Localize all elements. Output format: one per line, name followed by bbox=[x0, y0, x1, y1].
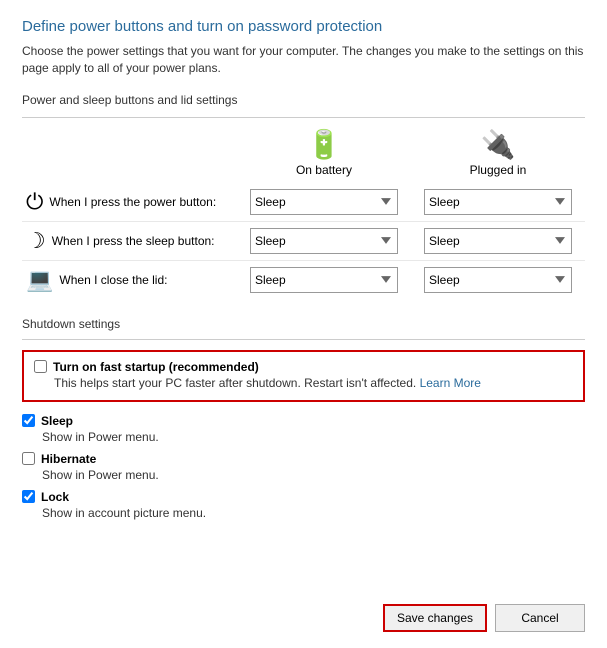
battery-dropdown-0[interactable]: Do nothingSleepHibernateShut down bbox=[250, 189, 398, 215]
battery-icon: 🔋 bbox=[307, 128, 342, 161]
row-text-1: When I press the sleep button: bbox=[52, 234, 215, 248]
row-text-2: When I close the lid: bbox=[59, 273, 167, 287]
plugged-select-cell-1: Do nothingSleepHibernateShut down bbox=[411, 221, 585, 260]
row-label-0: ⏻ When I press the power button: bbox=[22, 183, 237, 222]
hibernate-checkbox[interactable] bbox=[22, 452, 35, 465]
section-divider-1 bbox=[22, 117, 585, 118]
lock-sub: Show in account picture menu. bbox=[42, 506, 585, 520]
col-label-header bbox=[22, 128, 237, 183]
table-row: ☽ When I press the sleep button: Do nothin… bbox=[22, 221, 585, 260]
row-label-2: 💻 When I close the lid: bbox=[22, 260, 237, 299]
lock-checkbox[interactable] bbox=[22, 490, 35, 503]
section-divider-2 bbox=[22, 339, 585, 340]
battery-dropdown-2[interactable]: Do nothingSleepHibernateShut down bbox=[250, 267, 398, 293]
lid-icon: 💻 bbox=[26, 267, 53, 293]
sleep-icon: ☽ bbox=[26, 228, 46, 254]
col-plugged-header: 🔌 Plugged in bbox=[411, 128, 585, 183]
save-button[interactable]: Save changes bbox=[383, 604, 487, 632]
lock-row: Lock bbox=[22, 490, 585, 504]
col-battery-header: 🔋 On battery bbox=[237, 128, 411, 183]
fast-startup-label[interactable]: Turn on fast startup (recommended) bbox=[53, 360, 259, 374]
battery-select-cell-2: Do nothingSleepHibernateShut down bbox=[237, 260, 411, 299]
page-title: Define power buttons and turn on passwor… bbox=[22, 18, 585, 35]
plugged-dropdown-1[interactable]: Do nothingSleepHibernateShut down bbox=[424, 228, 572, 254]
plugged-dropdown-2[interactable]: Do nothingSleepHibernateShut down bbox=[424, 267, 572, 293]
lock-option-group: Lock Show in account picture menu. bbox=[22, 490, 585, 520]
row-text-0: When I press the power button: bbox=[49, 195, 216, 209]
sleep-sub: Show in Power menu. bbox=[42, 430, 585, 444]
sleep-label[interactable]: Sleep bbox=[41, 414, 73, 428]
lock-label[interactable]: Lock bbox=[41, 490, 69, 504]
plugged-header-group: 🔌 Plugged in bbox=[411, 128, 585, 177]
plugged-icon: 🔌 bbox=[481, 128, 516, 161]
fast-startup-box: Turn on fast startup (recommended) This … bbox=[22, 350, 585, 402]
fast-startup-desc: This helps start your PC faster after sh… bbox=[54, 376, 573, 390]
learn-more-link[interactable]: Learn More bbox=[420, 376, 481, 390]
bottom-bar: Save changes Cancel bbox=[383, 604, 585, 632]
plugged-dropdown-0[interactable]: Do nothingSleepHibernateShut down bbox=[424, 189, 572, 215]
shutdown-section-label: Shutdown settings bbox=[22, 317, 585, 331]
cancel-button[interactable]: Cancel bbox=[495, 604, 585, 632]
plugged-select-cell-0: Do nothingSleepHibernateShut down bbox=[411, 183, 585, 222]
hibernate-row: Hibernate bbox=[22, 452, 585, 466]
battery-dropdown-1[interactable]: Do nothingSleepHibernateShut down bbox=[250, 228, 398, 254]
battery-header-group: 🔋 On battery bbox=[237, 128, 411, 177]
battery-select-cell-0: Do nothingSleepHibernateShut down bbox=[237, 183, 411, 222]
battery-select-cell-1: Do nothingSleepHibernateShut down bbox=[237, 221, 411, 260]
fast-startup-checkbox[interactable] bbox=[34, 360, 47, 373]
battery-header-text: On battery bbox=[296, 163, 352, 177]
plugged-select-cell-2: Do nothingSleepHibernateShut down bbox=[411, 260, 585, 299]
sleep-checkbox[interactable] bbox=[22, 414, 35, 427]
page-description: Choose the power settings that you want … bbox=[22, 43, 585, 77]
power-icon: ⏻ bbox=[26, 189, 43, 215]
sleep-row: Sleep bbox=[22, 414, 585, 428]
power-section-label: Power and sleep buttons and lid settings bbox=[22, 93, 585, 107]
settings-page: Define power buttons and turn on passwor… bbox=[0, 0, 607, 648]
shutdown-section: Shutdown settings Turn on fast startup (… bbox=[22, 317, 585, 520]
sleep-option-group: Sleep Show in Power menu. bbox=[22, 414, 585, 444]
plugged-header-text: Plugged in bbox=[470, 163, 527, 177]
hibernate-option-group: Hibernate Show in Power menu. bbox=[22, 452, 585, 482]
table-row: 💻 When I close the lid: Do nothingSleepHib… bbox=[22, 260, 585, 299]
table-row: ⏻ When I press the power button: Do nothin… bbox=[22, 183, 585, 222]
power-table: 🔋 On battery 🔌 Plugged in ⏻ When I press … bbox=[22, 128, 585, 299]
hibernate-label[interactable]: Hibernate bbox=[41, 452, 96, 466]
fast-startup-row: Turn on fast startup (recommended) bbox=[34, 360, 573, 374]
row-label-1: ☽ When I press the sleep button: bbox=[22, 221, 237, 260]
hibernate-sub: Show in Power menu. bbox=[42, 468, 585, 482]
power-rows: ⏻ When I press the power button: Do nothin… bbox=[22, 183, 585, 299]
